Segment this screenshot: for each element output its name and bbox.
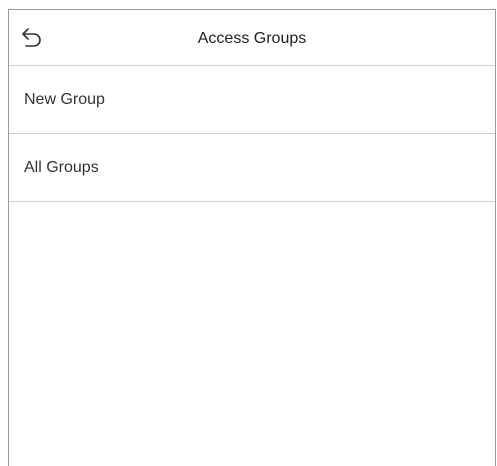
menu-item-label: All Groups xyxy=(24,158,99,176)
menu-item-all-groups[interactable]: All Groups xyxy=(9,134,495,202)
back-button[interactable] xyxy=(19,24,45,50)
device-screen: Access Groups New Group All Groups xyxy=(8,9,496,466)
page-title: Access Groups xyxy=(197,30,307,47)
header-bar: Access Groups xyxy=(9,10,495,66)
back-arrow-icon xyxy=(22,28,41,47)
menu-item-new-group[interactable]: New Group xyxy=(9,66,495,134)
menu-item-label: New Group xyxy=(24,90,105,108)
